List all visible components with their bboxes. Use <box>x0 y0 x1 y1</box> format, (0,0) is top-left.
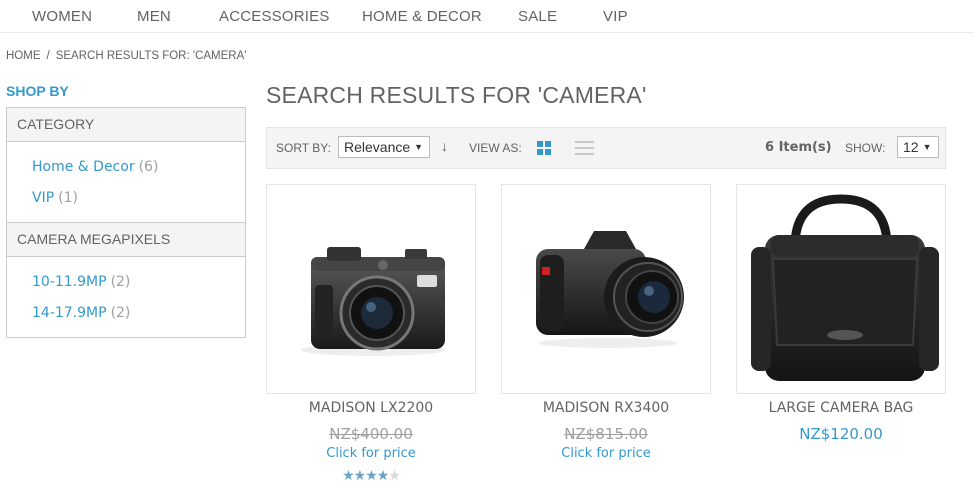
product-item: LARGE CAMERA BAG NZ$120.00 <box>736 184 946 443</box>
filter-list-camera-megapixels: 10-11.9MP (2) 14-17.9MP (2) <box>7 257 245 337</box>
star-icon: ★ <box>388 467 401 483</box>
product-image-link[interactable] <box>266 184 476 394</box>
click-for-price-link[interactable]: Click for price <box>266 446 476 461</box>
breadcrumb-home-link[interactable]: HOME <box>6 50 41 62</box>
nav-item-home-decor[interactable]: HOME & DECOR <box>362 8 482 25</box>
filter-option-label[interactable]: 10-11.9MP <box>32 274 107 290</box>
breadcrumb-separator: / <box>46 50 50 62</box>
view-as-label: VIEW AS: <box>469 141 522 155</box>
chevron-down-icon: ▼ <box>414 142 424 152</box>
product-name[interactable]: MADISON RX3400 <box>501 400 711 416</box>
filter-option-10-11-9mp[interactable]: 10-11.9MP (2) <box>32 267 245 298</box>
filter-option-label[interactable]: 14-17.9MP <box>32 305 107 321</box>
filter-option-14-17-9mp[interactable]: 14-17.9MP (2) <box>32 298 245 329</box>
page-title: SEARCH RESULTS FOR 'CAMERA' <box>266 82 647 108</box>
show-limit-value: 12 <box>903 139 919 155</box>
show-limit-select[interactable]: 12 ▼ <box>897 136 939 158</box>
filter-option-label[interactable]: Home & Decor <box>32 159 135 175</box>
product-item: MADISON RX3400 NZ$815.00 Click for price <box>501 184 711 461</box>
product-name[interactable]: LARGE CAMERA BAG <box>736 400 946 416</box>
chevron-down-icon: ▼ <box>922 142 932 152</box>
click-for-price-link[interactable]: Click for price <box>501 446 711 461</box>
filter-option-vip[interactable]: VIP (1) <box>32 183 245 214</box>
breadcrumb-current: SEARCH RESULTS FOR: 'CAMERA' <box>55 50 247 62</box>
show-label: SHOW: <box>845 141 886 155</box>
items-count: 6 Item(s) <box>765 140 832 155</box>
filter-option-home-decor[interactable]: Home & Decor (6) <box>32 152 245 183</box>
star-icon: ★★★★ <box>342 467 389 483</box>
nav-item-women[interactable]: WOMEN <box>32 8 92 25</box>
list-view-icon[interactable] <box>575 140 594 156</box>
breadcrumb: HOME / SEARCH RESULTS FOR: 'CAMERA' <box>6 50 246 62</box>
compact-camera-image <box>301 247 445 356</box>
nav-item-sale[interactable]: SALE <box>518 8 557 25</box>
nav-item-men[interactable]: MEN <box>137 8 171 25</box>
product-name[interactable]: MADISON LX2200 <box>266 400 476 416</box>
filter-option-count: (6) <box>138 159 159 175</box>
nav-item-vip[interactable]: VIP <box>603 8 628 25</box>
filter-option-label[interactable]: VIP <box>32 190 54 206</box>
arrow-down-icon[interactable]: ↓ <box>441 138 448 154</box>
filter-title-category: CATEGORY <box>7 108 245 142</box>
sort-by-value: Relevance <box>344 139 411 155</box>
sort-by-select[interactable]: Relevance ▼ <box>338 136 431 158</box>
product-image-link[interactable] <box>501 184 711 394</box>
shop-by-heading: SHOP BY <box>6 83 69 99</box>
filter-option-count: (2) <box>110 274 131 290</box>
filter-option-count: (2) <box>110 305 131 321</box>
nav-item-accessories[interactable]: ACCESSORIES <box>219 8 330 25</box>
layered-navigation: CATEGORY Home & Decor (6) VIP (1) CAMERA M… <box>6 107 246 338</box>
filter-title-camera-megapixels: CAMERA MEGAPIXELS <box>7 223 245 257</box>
product-item: MADISON LX2200 NZ$400.00 Click for price… <box>266 184 476 484</box>
product-image-link[interactable] <box>736 184 946 394</box>
product-price: NZ$120.00 <box>799 425 883 443</box>
filter-option-count: (1) <box>58 190 78 206</box>
dslr-camera-image <box>536 231 684 348</box>
product-old-price: NZ$400.00 <box>329 425 413 443</box>
filter-list-category: Home & Decor (6) VIP (1) <box>7 142 245 223</box>
camera-bag-image <box>751 194 939 381</box>
rating-stars: ★★★★★ <box>266 467 476 484</box>
product-old-price: NZ$815.00 <box>564 425 648 443</box>
grid-view-icon[interactable] <box>537 141 552 156</box>
top-navigation: WOMEN MEN ACCESSORIES HOME & DECOR SALE … <box>0 0 974 33</box>
sorter-toolbar: SORT BY: Relevance ▼ ↓ VIEW AS: 6 Item(s)… <box>266 127 946 169</box>
sort-by-label: SORT BY: <box>276 141 331 155</box>
